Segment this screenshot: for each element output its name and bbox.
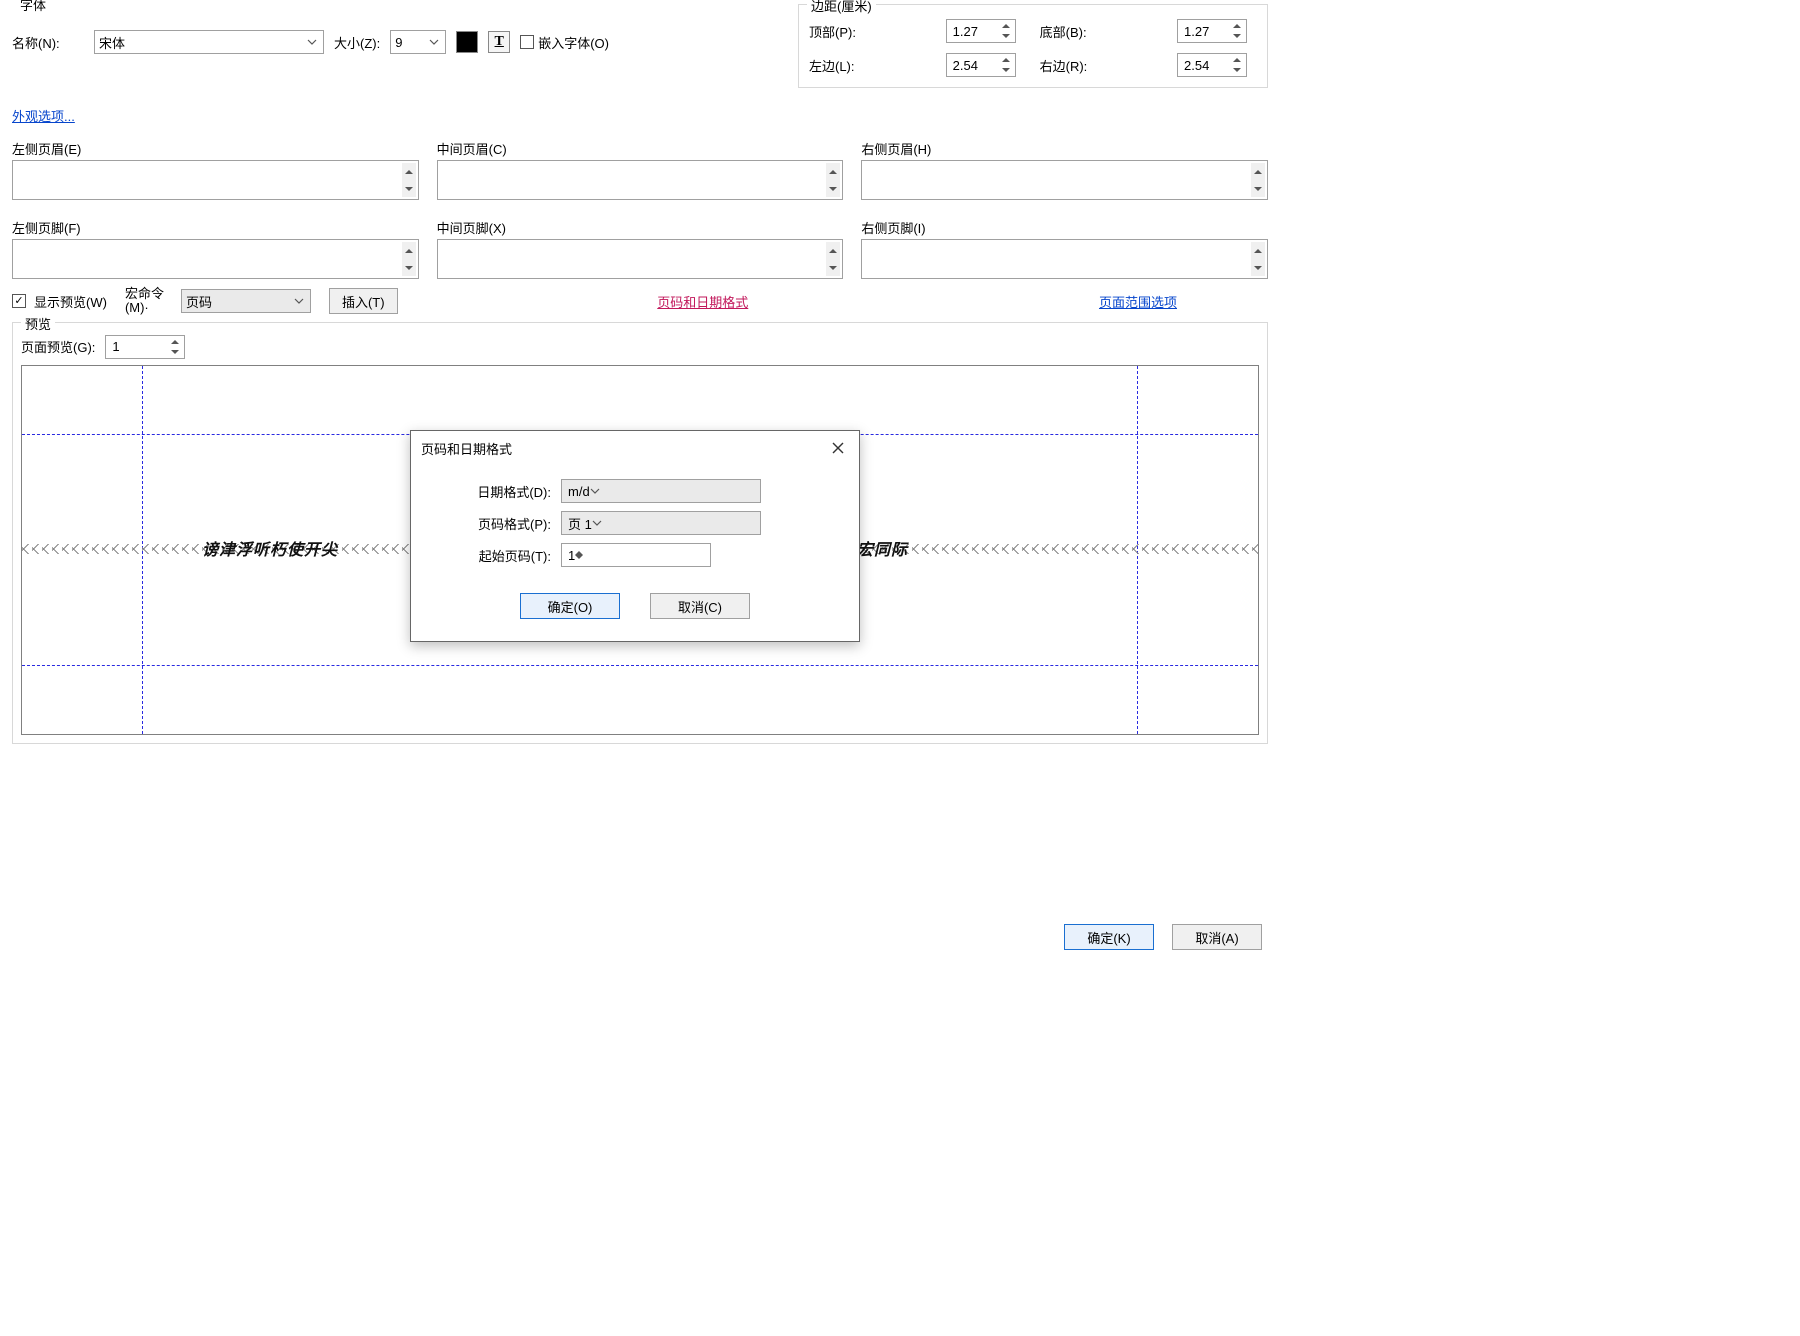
- appearance-options-link[interactable]: 外观选项...: [12, 109, 75, 124]
- dialog-cancel-button[interactable]: 取消(C): [650, 593, 750, 619]
- embed-font-checkbox[interactable]: [520, 35, 534, 49]
- date-format-label: 日期格式(D):: [431, 482, 561, 501]
- margin-group: 边距(厘米) 顶部(P): 1.27 底部(B): 1.27 左边(L): 2.…: [798, 4, 1268, 88]
- spin-down-icon[interactable]: [999, 31, 1013, 41]
- right-header-input[interactable]: [861, 160, 1268, 200]
- spin-down-icon[interactable]: [402, 259, 416, 276]
- spin-up-icon[interactable]: [999, 55, 1013, 65]
- macro-dropdown[interactable]: 页码: [181, 289, 311, 313]
- margin-left-spinner[interactable]: 2.54: [946, 53, 1016, 77]
- margin-group-title: 边距(厘米): [807, 0, 876, 15]
- chevron-down-icon: [590, 488, 600, 494]
- preview-sample-text-left: 谤津浮听朽使开尖: [202, 536, 338, 560]
- spin-down-icon[interactable]: [999, 65, 1013, 75]
- chevron-down-icon: [294, 298, 304, 304]
- spin-up-icon[interactable]: [402, 242, 416, 259]
- font-name-label: 名称(N):: [12, 33, 84, 52]
- margin-left-label: 左边(L):: [809, 56, 932, 75]
- cancel-button[interactable]: 取消(A): [1172, 924, 1262, 950]
- left-header-input[interactable]: [12, 160, 419, 200]
- margin-bottom-label: 底部(B):: [1040, 22, 1163, 41]
- page-format-value: 页 1: [568, 514, 592, 533]
- font-group-title: 字体: [16, 0, 50, 14]
- ok-button[interactable]: 确定(K): [1064, 924, 1154, 950]
- chevron-down-icon: [307, 39, 317, 45]
- preview-group-title: 预览: [21, 314, 55, 333]
- margin-top-label: 顶部(P):: [809, 22, 932, 41]
- right-header-label: 右侧页眉(H): [861, 139, 1268, 158]
- spin-up-icon[interactable]: [402, 163, 416, 180]
- dialog-ok-button[interactable]: 确定(O): [520, 593, 620, 619]
- left-footer-label: 左侧页脚(F): [12, 218, 419, 237]
- font-color-swatch[interactable]: [456, 31, 478, 53]
- margin-top-value: 1.27: [953, 24, 978, 39]
- close-icon[interactable]: [827, 437, 849, 459]
- spin-up-icon[interactable]: [1251, 163, 1265, 180]
- spin-up-icon[interactable]: [826, 242, 840, 259]
- center-footer-label: 中间页脚(X): [437, 218, 844, 237]
- font-name-value: 宋体: [99, 33, 125, 52]
- center-footer-input[interactable]: [437, 239, 844, 279]
- font-size-label: 大小(Z):: [334, 33, 380, 52]
- spin-up-icon[interactable]: [1251, 242, 1265, 259]
- dialog-title: 页码和日期格式: [421, 439, 512, 458]
- date-format-dropdown[interactable]: m/d: [561, 479, 761, 503]
- macro-value: 页码: [186, 292, 212, 311]
- margin-bottom-value: 1.27: [1184, 24, 1209, 39]
- right-footer-input[interactable]: [861, 239, 1268, 279]
- margin-right-value: 2.54: [1184, 58, 1209, 73]
- page-format-label: 页码格式(P):: [431, 514, 561, 533]
- spin-up-icon[interactable]: [999, 21, 1013, 31]
- margin-bottom-spinner[interactable]: 1.27: [1177, 19, 1247, 43]
- embed-font-label: 嵌入字体(O): [538, 33, 609, 52]
- date-format-value: m/d: [568, 484, 590, 499]
- spin-down-icon[interactable]: [1251, 180, 1265, 197]
- page-date-format-dialog: 页码和日期格式 日期格式(D): m/d 页码格式(P): 页 1 起始页码(T…: [410, 430, 860, 642]
- right-footer-label: 右侧页脚(I): [861, 218, 1268, 237]
- spin-down-icon[interactable]: [1251, 259, 1265, 276]
- center-header-label: 中间页眉(C): [437, 139, 844, 158]
- margin-left-value: 2.54: [953, 58, 978, 73]
- underline-button[interactable]: T: [488, 31, 510, 53]
- spin-down-icon[interactable]: [168, 347, 182, 357]
- start-page-label: 起始页码(T):: [431, 546, 561, 565]
- spin-up-icon[interactable]: [168, 337, 182, 347]
- left-footer-input[interactable]: [12, 239, 419, 279]
- macro-label: 宏命令(M)·: [125, 287, 175, 316]
- spin-down-icon[interactable]: [1230, 65, 1244, 75]
- page-preview-label: 页面预览(G):: [21, 337, 95, 356]
- spin-up-icon[interactable]: [1230, 55, 1244, 65]
- margin-right-spinner[interactable]: 2.54: [1177, 53, 1247, 77]
- spin-down-icon[interactable]: [575, 555, 583, 559]
- start-page-spinner[interactable]: 1: [561, 543, 711, 567]
- chevron-down-icon: [592, 520, 602, 526]
- page-date-format-link[interactable]: 页码和日期格式: [657, 295, 748, 310]
- center-header-input[interactable]: [437, 160, 844, 200]
- spin-down-icon[interactable]: [826, 180, 840, 197]
- spin-down-icon[interactable]: [826, 259, 840, 276]
- chevron-down-icon: [429, 39, 439, 45]
- font-group: 字体 名称(N): 宋体 大小(Z): 9 T 嵌入字体(O): [12, 4, 788, 54]
- spin-up-icon[interactable]: [1230, 21, 1244, 31]
- margin-top-spinner[interactable]: 1.27: [946, 19, 1016, 43]
- page-preview-value: 1: [112, 339, 119, 354]
- font-size-dropdown[interactable]: 9: [390, 30, 446, 54]
- start-page-value: 1: [568, 548, 575, 563]
- show-preview-checkbox[interactable]: [12, 294, 26, 308]
- spin-down-icon[interactable]: [402, 180, 416, 197]
- font-name-dropdown[interactable]: 宋体: [94, 30, 324, 54]
- font-size-value: 9: [395, 35, 402, 50]
- page-preview-spinner[interactable]: 1: [105, 335, 185, 359]
- spin-down-icon[interactable]: [1230, 31, 1244, 41]
- spin-up-icon[interactable]: [826, 163, 840, 180]
- left-header-label: 左侧页眉(E): [12, 139, 419, 158]
- page-format-dropdown[interactable]: 页 1: [561, 511, 761, 535]
- page-range-options-link[interactable]: 页面范围选项: [1099, 295, 1177, 310]
- show-preview-label: 显示预览(W): [34, 292, 107, 311]
- insert-button[interactable]: 插入(T): [329, 288, 398, 314]
- margin-right-label: 右边(R):: [1040, 56, 1163, 75]
